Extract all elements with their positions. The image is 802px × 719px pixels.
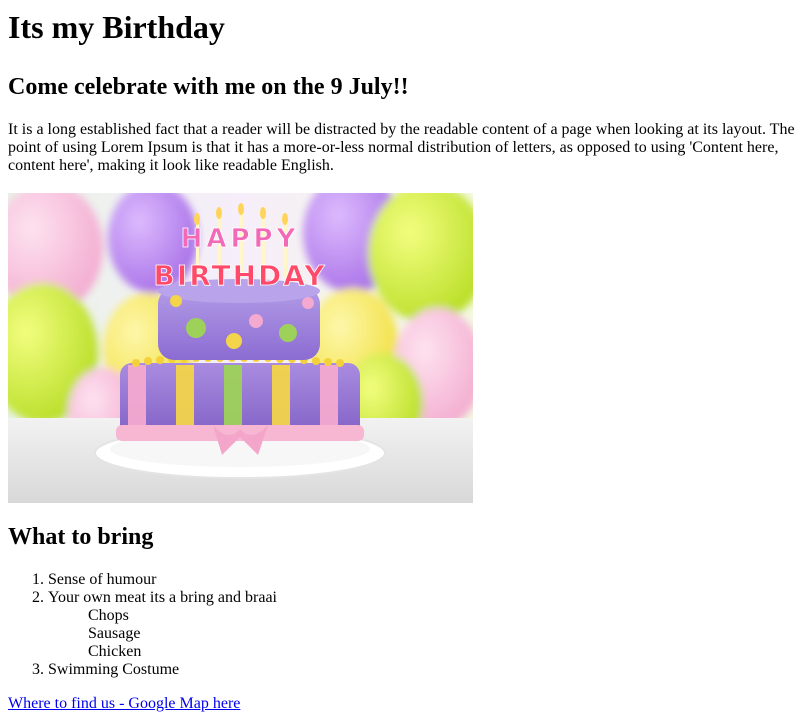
list-item: Sense of humour <box>48 571 794 589</box>
list-item: Swimming Costume <box>48 661 794 679</box>
google-map-link[interactable]: Where to find us - Google Map here <box>8 695 240 713</box>
cake-topper-line1: HAPPY <box>181 224 300 254</box>
page: Its my Birthday Come celebrate with me o… <box>0 0 802 713</box>
birthday-cake-image: HAPPY BIRTHDAY <box>8 193 473 503</box>
list-item: Your own meat its a bring and braai Chop… <box>48 589 794 661</box>
list-item-label: Sense of humour <box>48 571 157 588</box>
list-item-label: Your own meat its a bring and braai <box>48 589 277 606</box>
bring-list: Sense of humour Your own meat its a brin… <box>8 571 794 679</box>
intro-paragraph: It is a long established fact that a rea… <box>8 121 795 174</box>
meat-list: Chops Sausage Chicken <box>48 607 794 661</box>
meat-item: Chops <box>88 607 129 624</box>
meat-item: Chicken <box>88 643 142 660</box>
what-to-bring-heading: What to bring <box>8 524 154 550</box>
page-title: Its my Birthday <box>8 9 225 45</box>
cake-topper-line2: BIRTHDAY <box>153 259 326 292</box>
celebrate-heading: Come celebrate with me on the 9 July!! <box>8 74 409 100</box>
meat-item: Sausage <box>88 625 141 642</box>
list-item-label: Swimming Costume <box>48 661 180 678</box>
